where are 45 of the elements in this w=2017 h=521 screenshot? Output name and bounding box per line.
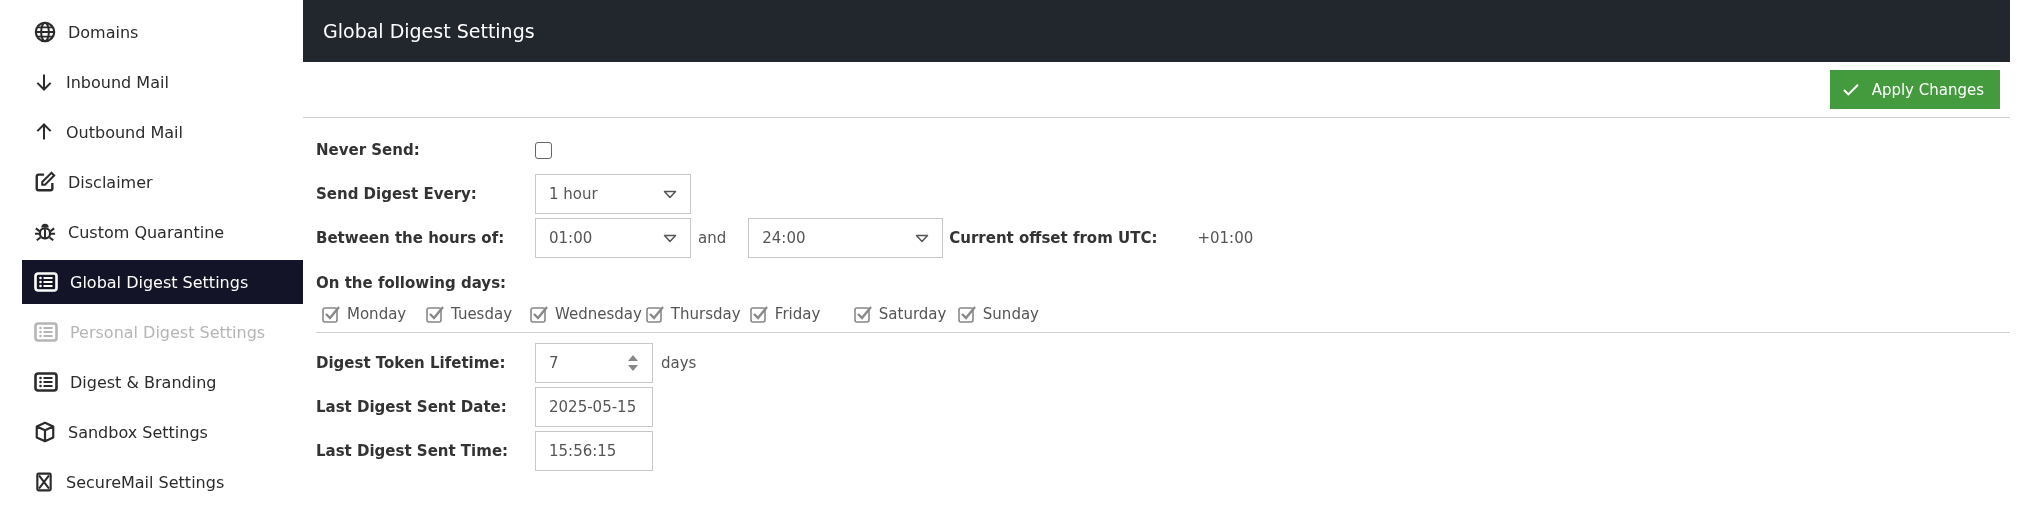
dropdown[interactable]: 24:00 — [748, 218, 944, 258]
sidebar-item-label: Sandbox Settings — [68, 422, 208, 442]
sidebar-item[interactable]: Domains — [22, 10, 303, 54]
field-label: Last Digest Sent Time: — [316, 442, 510, 460]
field-label: Last Digest Sent Date: — [316, 398, 508, 416]
sidebar-item[interactable]: Disclaimer — [22, 160, 303, 204]
field-label: On the following days: — [316, 274, 508, 292]
dropdown[interactable]: 1 hour — [535, 174, 691, 214]
sidebar-item[interactable]: Outbound Mail — [22, 110, 303, 154]
day-label: Monday — [347, 305, 407, 323]
and-text: and — [698, 229, 727, 247]
apply-changes-button[interactable]: Apply Changes — [1829, 70, 2000, 109]
dropdown[interactable]: 01:00 — [535, 218, 691, 258]
field-label: Never Send: — [316, 141, 421, 159]
sidebar-item[interactable]: Sandbox Settings — [22, 410, 303, 454]
day-label: Sunday — [982, 305, 1039, 323]
field-label: Between the hours of: — [316, 229, 506, 247]
offset-value: +01:00 — [1197, 229, 1254, 247]
sidebar-item-label: Global Digest Settings — [70, 272, 249, 292]
time-field[interactable]: 15:56:15 — [535, 431, 653, 471]
sidebar-item-label: Custom Quarantine — [68, 222, 225, 242]
sidebar-item-label: Domains — [68, 22, 139, 42]
sidebar-item[interactable]: Custom Quarantine — [22, 210, 303, 254]
sidebar-item-label: Outbound Mail — [66, 122, 183, 142]
sidebar-item-label: Inbound Mail — [66, 72, 169, 92]
day-label: Wednesday — [555, 305, 642, 323]
sidebar-item[interactable]: Digest & Branding — [22, 360, 303, 404]
sidebar-item[interactable]: Global Digest Settings — [22, 260, 303, 304]
sidebar-item-label: SecureMail Settings — [66, 472, 225, 492]
date-field[interactable]: 2025-05-15 — [535, 387, 653, 427]
field-label: Current offset from UTC: — [949, 229, 1158, 247]
unit-text: days — [661, 354, 697, 372]
sidebar-item[interactable]: SecureMail Settings — [22, 460, 303, 504]
page-title: Global Digest Settings — [303, 0, 2010, 62]
sidebar-item-label: Digest & Branding — [70, 372, 217, 392]
field-label: Send Digest Every: — [316, 185, 478, 203]
day-label: Friday — [774, 305, 821, 323]
day-label: Thursday — [670, 305, 741, 323]
number-field[interactable]: 7 — [535, 343, 653, 383]
sidebar-item-label: Disclaimer — [68, 172, 153, 192]
field-label: Digest Token Lifetime: — [316, 354, 507, 372]
sidebar-item[interactable]: Inbound Mail — [22, 60, 303, 104]
day-label: Saturday — [878, 305, 947, 323]
sidebar-item-label: Personal Digest Settings — [70, 322, 266, 342]
day-label: Tuesday — [451, 305, 513, 323]
